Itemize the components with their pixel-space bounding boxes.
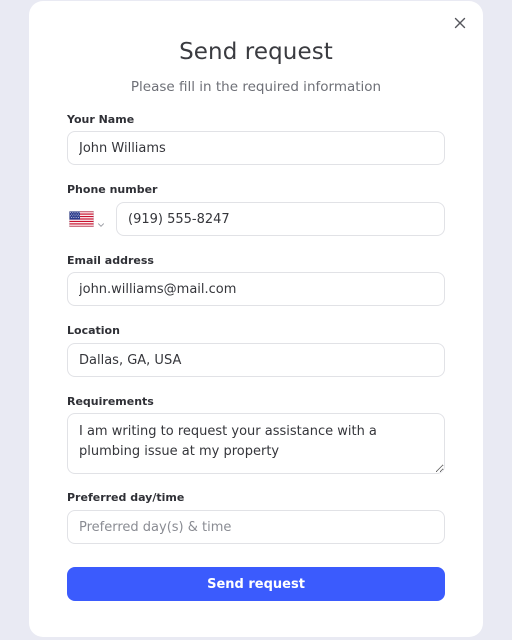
modal-title: Send request	[179, 39, 333, 65]
email-input[interactable]	[67, 272, 445, 306]
requirements-textarea[interactable]: I am writing to request your assistance …	[67, 413, 445, 474]
location-input[interactable]	[67, 343, 445, 377]
preferred-time-input[interactable]	[67, 510, 445, 544]
us-flag-icon	[69, 211, 94, 227]
send-request-modal: Send request Please fill in the required…	[29, 1, 483, 637]
phone-label: Phone number	[67, 183, 158, 196]
close-icon	[454, 17, 466, 29]
close-button[interactable]	[451, 14, 469, 32]
name-input[interactable]	[67, 131, 445, 165]
requirements-label: Requirements	[67, 395, 154, 408]
preferred-label: Preferred day/time	[67, 491, 185, 504]
modal-subtitle: Please fill in the required information	[130, 79, 382, 95]
name-label: Your Name	[67, 113, 135, 126]
location-label: Location	[67, 324, 120, 337]
chevron-down-icon	[97, 214, 105, 227]
country-code-select[interactable]	[69, 209, 109, 231]
send-request-button[interactable]: Send request	[67, 567, 445, 601]
email-label: Email address	[67, 254, 154, 267]
phone-input[interactable]	[116, 202, 445, 236]
